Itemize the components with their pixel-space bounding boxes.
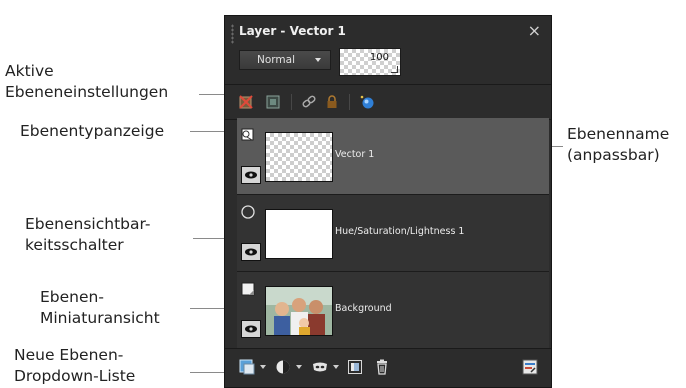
chevron-down-icon	[315, 58, 321, 62]
palette-title: Layer - Vector 1	[239, 24, 346, 38]
new-layer-icon[interactable]	[239, 359, 255, 375]
layer-style-icon[interactable]	[359, 94, 375, 110]
palette-options-icon[interactable]	[522, 359, 538, 375]
eye-icon[interactable]	[241, 243, 261, 261]
lock-icon[interactable]	[324, 94, 340, 110]
chevron-down-icon[interactable]	[296, 365, 302, 369]
toolbar-divider	[349, 94, 350, 110]
active-layer-settings-toolbar	[225, 84, 551, 120]
palette-titlebar[interactable]: Layer - Vector 1 ×	[225, 16, 551, 50]
mask-layer-icon[interactable]	[265, 94, 281, 110]
layers-palette: Layer - Vector 1 × Normal 100 Vector 1 H…	[224, 15, 552, 388]
layer-name[interactable]: Hue/Saturation/Lightness 1	[335, 226, 464, 237]
link-icon[interactable]	[301, 94, 317, 110]
callout-line: (anpassbar)	[567, 146, 660, 164]
layer-row-background[interactable]: Background	[237, 272, 549, 349]
callout-line: Dropdown-Liste	[14, 367, 136, 385]
blend-mode-value: Normal	[257, 54, 295, 66]
layer-thumbnail[interactable]	[265, 209, 333, 259]
callout-visibility-toggle: Ebenensichtbar- keitsschalter	[25, 214, 150, 256]
callout-layer-type-indicator: Ebenentypanzeige	[20, 121, 164, 142]
vector-layer-icon	[241, 128, 254, 141]
mask-icon[interactable]	[312, 359, 328, 375]
callout-line: Ebeneneinstellungen	[5, 83, 169, 101]
callout-line: Aktive	[5, 62, 54, 80]
callout-line: keitsschalter	[25, 236, 124, 254]
adjustment-layer-icon	[241, 205, 255, 219]
drag-grip[interactable]	[231, 24, 234, 44]
layer-row-vector-1[interactable]: Vector 1	[237, 118, 549, 195]
raster-layer-icon	[241, 282, 255, 296]
resize-corner-icon	[391, 66, 398, 73]
eye-icon[interactable]	[241, 320, 261, 338]
chevron-down-icon[interactable]	[333, 365, 339, 369]
callout-layer-thumbnail: Ebenen- Miniaturansicht	[40, 287, 160, 329]
opacity-value: 100	[369, 52, 389, 63]
toolbar-divider	[291, 94, 292, 110]
callout-line: Ebenen-	[40, 288, 104, 306]
callout-line: Neue Ebenen-	[14, 346, 124, 364]
palette-bottom-toolbar	[225, 348, 551, 387]
callout-line: Ebenenname	[567, 125, 670, 143]
callout-line: Ebenentypanzeige	[20, 122, 165, 140]
layers-list: Vector 1 Hue/Saturation/Lightness 1 Back…	[237, 118, 549, 350]
layer-row-hue-saturation[interactable]: Hue/Saturation/Lightness 1	[237, 195, 549, 272]
layer-name[interactable]: Background	[335, 303, 392, 314]
photo-thumbnail[interactable]	[265, 286, 333, 336]
layer-name[interactable]: Vector 1	[335, 149, 374, 160]
callout-new-layer-dropdown: Neue Ebenen- Dropdown-Liste	[14, 345, 135, 387]
layer-thumbnail[interactable]	[265, 132, 333, 182]
eye-icon[interactable]	[241, 166, 261, 184]
callout-active-layer-settings: Aktive Ebeneneinstellungen	[5, 61, 168, 103]
chevron-down-icon[interactable]	[260, 365, 266, 369]
callout-layer-name: Ebenenname (anpassbar)	[567, 124, 669, 166]
adjustment-layer-icon[interactable]	[275, 359, 291, 375]
callout-line: Ebenensichtbar-	[25, 215, 151, 233]
highlight-layer-icon[interactable]	[238, 94, 254, 110]
callout-line: Miniaturansicht	[40, 309, 160, 327]
close-icon[interactable]: ×	[528, 21, 541, 40]
layer-properties-icon[interactable]	[347, 359, 363, 375]
opacity-field[interactable]: 100	[339, 48, 401, 76]
trash-icon[interactable]	[374, 359, 390, 375]
blend-mode-dropdown[interactable]: Normal	[239, 50, 331, 70]
